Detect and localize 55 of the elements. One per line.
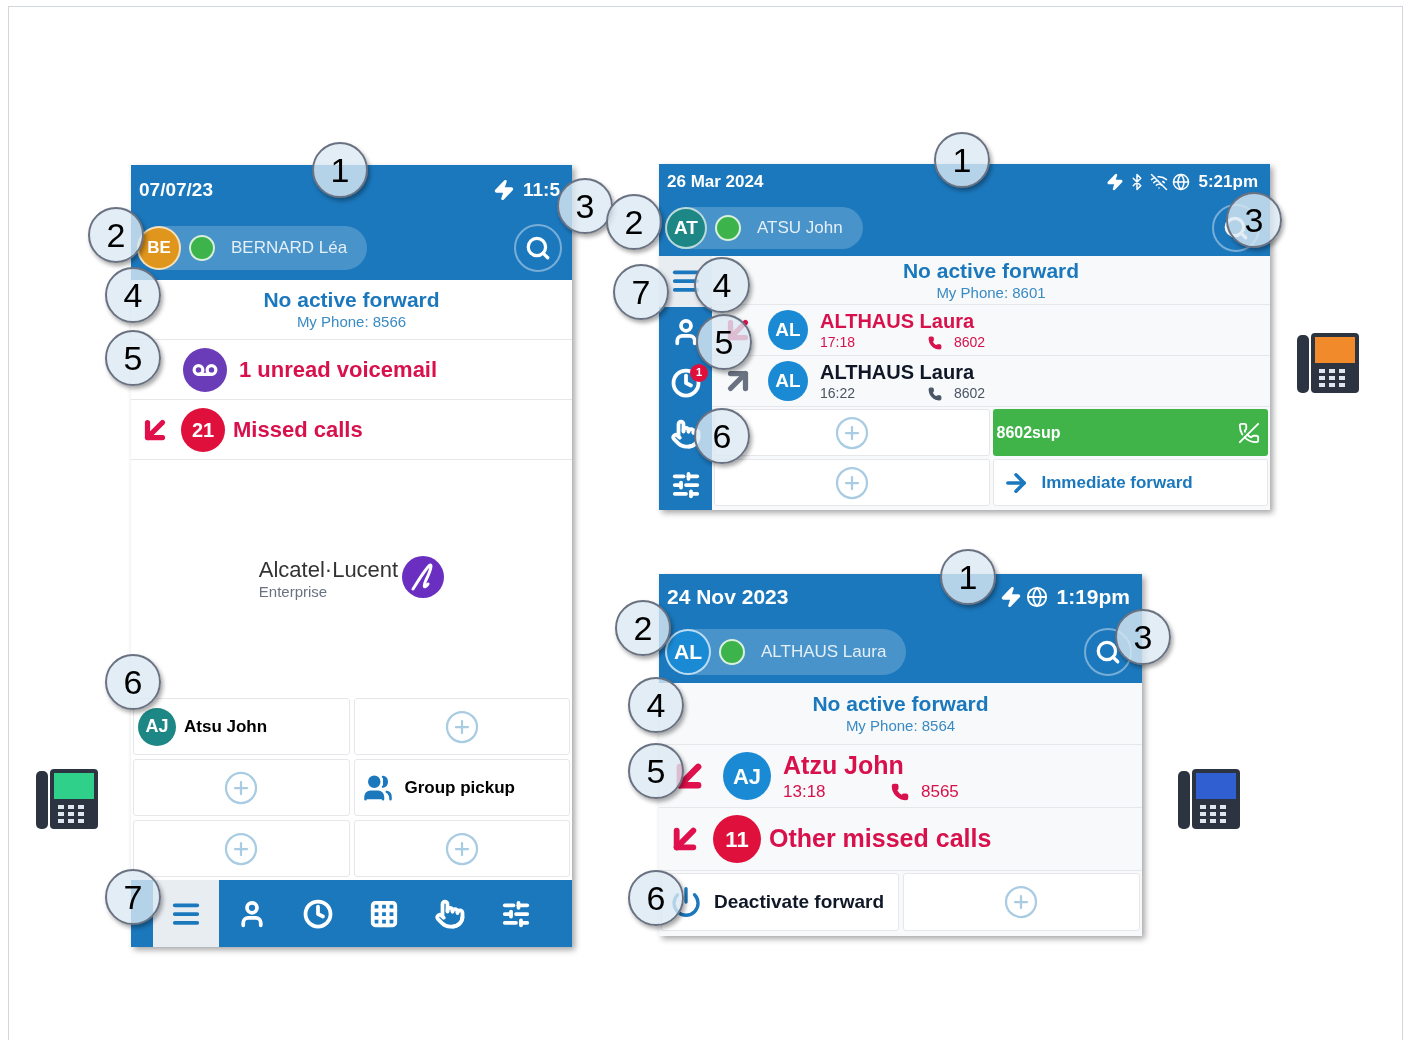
user-name: ALTHAUS Laura xyxy=(761,640,887,663)
deactivate-forward-label: Deactivate forward xyxy=(714,889,884,914)
contact-name: Atsu John xyxy=(184,715,268,738)
contact-avatar: AL xyxy=(768,310,808,350)
missed-count-badge: 21 xyxy=(181,407,225,452)
call-number: 8602 xyxy=(954,384,986,403)
callout-tooltip: 2 xyxy=(88,207,144,263)
my-phone-number: My Phone: 8601 xyxy=(936,283,1046,303)
group-pickup-label: Group pickup xyxy=(404,776,515,799)
call-time: 16:22 xyxy=(820,384,857,403)
my-phone-number: My Phone: 8566 xyxy=(296,313,407,332)
call-number: 8602 xyxy=(954,333,986,352)
callout-tooltip: 4 xyxy=(628,677,684,733)
logo-wordmark: Alcatel·Lucent xyxy=(258,555,399,584)
callout-tooltip: 4 xyxy=(105,267,161,323)
voicemail-text: 1 unread voicemail xyxy=(239,356,438,384)
logo-tagline: Enterprise xyxy=(258,583,329,603)
user-name: BERNARD Léa xyxy=(231,236,348,259)
forward-status: No active forward xyxy=(902,257,1080,284)
forward-key-label: Immediate forward xyxy=(1041,471,1193,494)
caller-name: Atzu John xyxy=(783,749,905,781)
callout-tooltip: 2 xyxy=(606,194,662,250)
missed-calls-text: Missed calls xyxy=(233,416,363,444)
forward-status: No active forward xyxy=(263,287,440,313)
user-avatar: BE xyxy=(137,225,181,270)
callout-tooltip: 1 xyxy=(940,549,996,605)
time-text: 5:21pm xyxy=(1198,171,1258,194)
contact-avatar: AJ xyxy=(138,707,176,746)
forward-status: No active forward xyxy=(812,691,989,717)
date-text: 26 Mar 2024 xyxy=(667,171,764,194)
callout-tooltip: 5 xyxy=(105,330,161,386)
user-avatar: AT xyxy=(665,207,707,249)
callout-tooltip: 6 xyxy=(628,870,684,926)
callout-tooltip: 3 xyxy=(1115,609,1171,665)
user-name: ATSU John xyxy=(757,217,843,240)
callout-tooltip: 1 xyxy=(312,142,368,198)
contact-avatar: AJ xyxy=(723,752,771,800)
callout-tooltip: 7 xyxy=(105,869,161,925)
missed-count-badge: 11 xyxy=(713,815,761,863)
my-phone-number: My Phone: 8564 xyxy=(845,717,956,736)
call-time: 13:18 xyxy=(783,781,827,803)
contact-avatar: AL xyxy=(768,361,808,401)
callout-tooltip: 7 xyxy=(613,264,669,320)
call-time: 17:18 xyxy=(820,333,857,352)
callout-tooltip: 5 xyxy=(628,743,684,799)
user-avatar: AL xyxy=(665,628,711,675)
missed-calls-text: Other missed calls xyxy=(769,823,992,855)
call-key-label: 8602sup xyxy=(996,422,1061,443)
callout-tooltip: 1 xyxy=(934,132,990,188)
date-text: 07/07/23 xyxy=(139,177,213,202)
call-number: 8565 xyxy=(921,781,959,803)
time-text: 1:19pm xyxy=(1056,584,1130,611)
caller-name: ALTHAUS Laura xyxy=(820,359,976,385)
caller-name: ALTHAUS Laura xyxy=(820,308,976,334)
callout-tooltip: 6 xyxy=(105,654,161,710)
